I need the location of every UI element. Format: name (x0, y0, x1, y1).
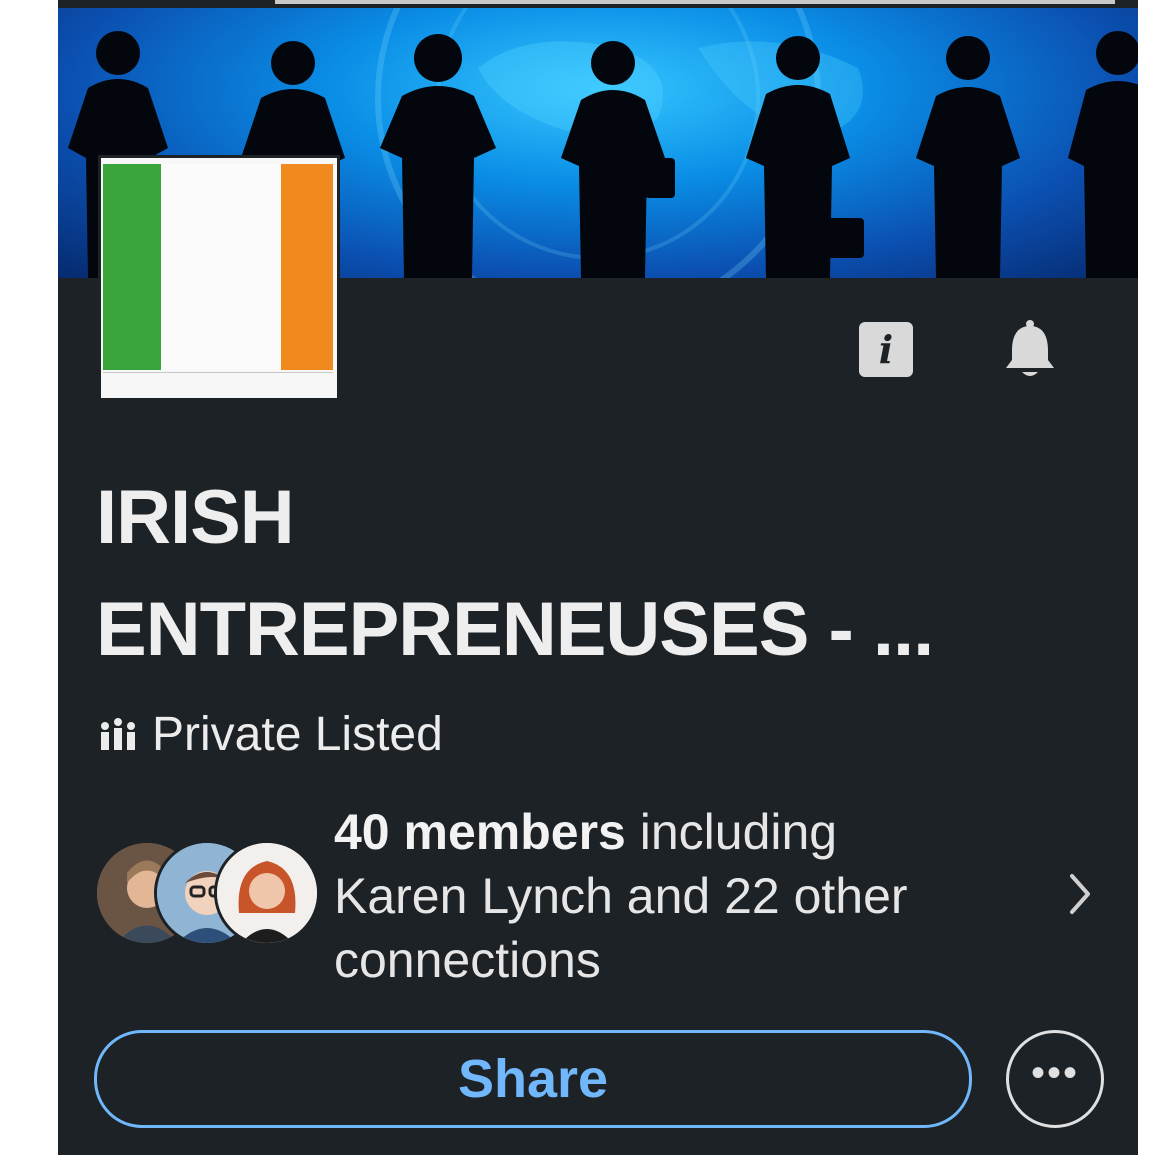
flag-orange-stripe (281, 164, 333, 370)
flag-green-stripe (103, 164, 161, 370)
top-divider (275, 0, 1115, 4)
bell-icon[interactable] (998, 318, 1062, 382)
members-summary[interactable]: 40 members including Karen Lynch and 22 … (334, 800, 1034, 992)
privacy-row: Private Listed (98, 704, 443, 764)
group-title-line1: IRISH (96, 475, 295, 560)
privacy-label: Private Listed (152, 707, 443, 761)
avatar (214, 840, 320, 946)
more-options-icon[interactable]: ••• (1006, 1030, 1104, 1128)
flag-white-stripe (161, 164, 281, 370)
group-page: i IRISH ENTREPRENEUSES - ... Private Lis… (58, 0, 1138, 1155)
members-including: including (625, 804, 838, 860)
group-title: IRISH ENTREPRENEUSES - ... (96, 462, 1096, 686)
group-logo-flag[interactable] (98, 155, 340, 401)
chevron-right-icon[interactable] (1066, 864, 1096, 924)
info-icon[interactable]: i (859, 322, 913, 377)
members-connections: Karen Lynch and 22 other connections (334, 868, 908, 988)
group-privacy-icon (101, 718, 135, 750)
logo-divider (103, 372, 333, 373)
members-count: 40 members (334, 804, 626, 860)
share-button[interactable]: Share (94, 1030, 972, 1128)
member-avatars[interactable] (94, 840, 320, 946)
group-title-line2: ENTREPRENEUSES - ... (96, 587, 934, 672)
